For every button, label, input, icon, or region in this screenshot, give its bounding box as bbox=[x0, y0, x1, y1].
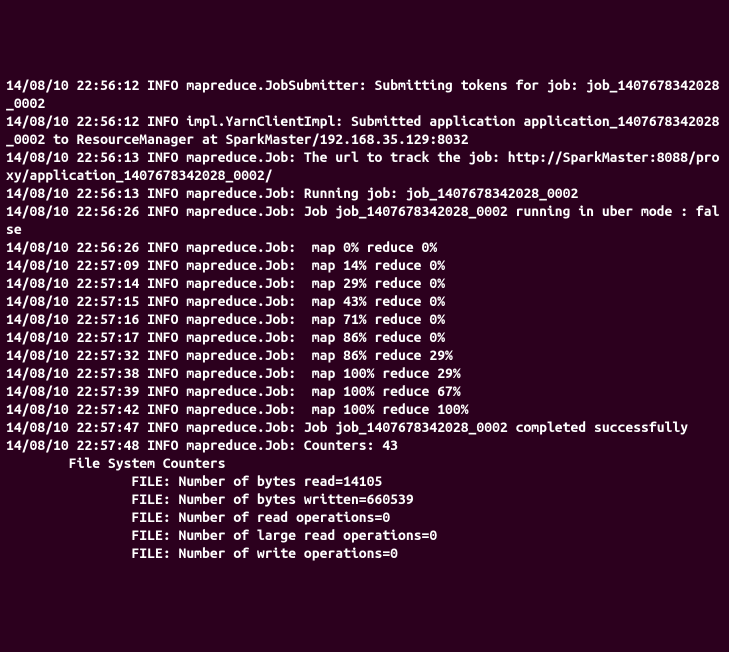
terminal-line: 14/08/10 22:56:12 INFO impl.YarnClientIm… bbox=[6, 112, 723, 148]
terminal-line: 14/08/10 22:57:16 INFO mapreduce.Job: ma… bbox=[6, 310, 723, 328]
terminal-line: 14/08/10 22:57:47 INFO mapreduce.Job: Jo… bbox=[6, 418, 723, 436]
terminal-line: 14/08/10 22:56:13 INFO mapreduce.Job: Th… bbox=[6, 148, 723, 184]
terminal-line: FILE: Number of read operations=0 bbox=[6, 508, 723, 526]
terminal-line: FILE: Number of large read operations=0 bbox=[6, 526, 723, 544]
terminal-line: FILE: Number of bytes read=14105 bbox=[6, 472, 723, 490]
terminal-line: 14/08/10 22:57:38 INFO mapreduce.Job: ma… bbox=[6, 364, 723, 382]
terminal-line: 14/08/10 22:57:14 INFO mapreduce.Job: ma… bbox=[6, 274, 723, 292]
terminal-line: 14/08/10 22:57:48 INFO mapreduce.Job: Co… bbox=[6, 436, 723, 454]
terminal-line: 14/08/10 22:56:26 INFO mapreduce.Job: ma… bbox=[6, 238, 723, 256]
terminal-line: FILE: Number of bytes written=660539 bbox=[6, 490, 723, 508]
terminal-line: 14/08/10 22:57:42 INFO mapreduce.Job: ma… bbox=[6, 400, 723, 418]
terminal-line: 14/08/10 22:57:39 INFO mapreduce.Job: ma… bbox=[6, 382, 723, 400]
terminal-line: 14/08/10 22:57:09 INFO mapreduce.Job: ma… bbox=[6, 256, 723, 274]
terminal-line: 14/08/10 22:57:32 INFO mapreduce.Job: ma… bbox=[6, 346, 723, 364]
terminal-line: 14/08/10 22:57:17 INFO mapreduce.Job: ma… bbox=[6, 328, 723, 346]
terminal-line: 14/08/10 22:56:12 INFO mapreduce.JobSubm… bbox=[6, 76, 723, 112]
terminal-line: 14/08/10 22:56:13 INFO mapreduce.Job: Ru… bbox=[6, 184, 723, 202]
terminal-line: 14/08/10 22:56:26 INFO mapreduce.Job: Jo… bbox=[6, 202, 723, 238]
terminal-output: 14/08/10 22:56:12 INFO mapreduce.JobSubm… bbox=[6, 76, 723, 562]
terminal-line: FILE: Number of write operations=0 bbox=[6, 544, 723, 562]
terminal-line: 14/08/10 22:57:15 INFO mapreduce.Job: ma… bbox=[6, 292, 723, 310]
terminal-line: File System Counters bbox=[6, 454, 723, 472]
